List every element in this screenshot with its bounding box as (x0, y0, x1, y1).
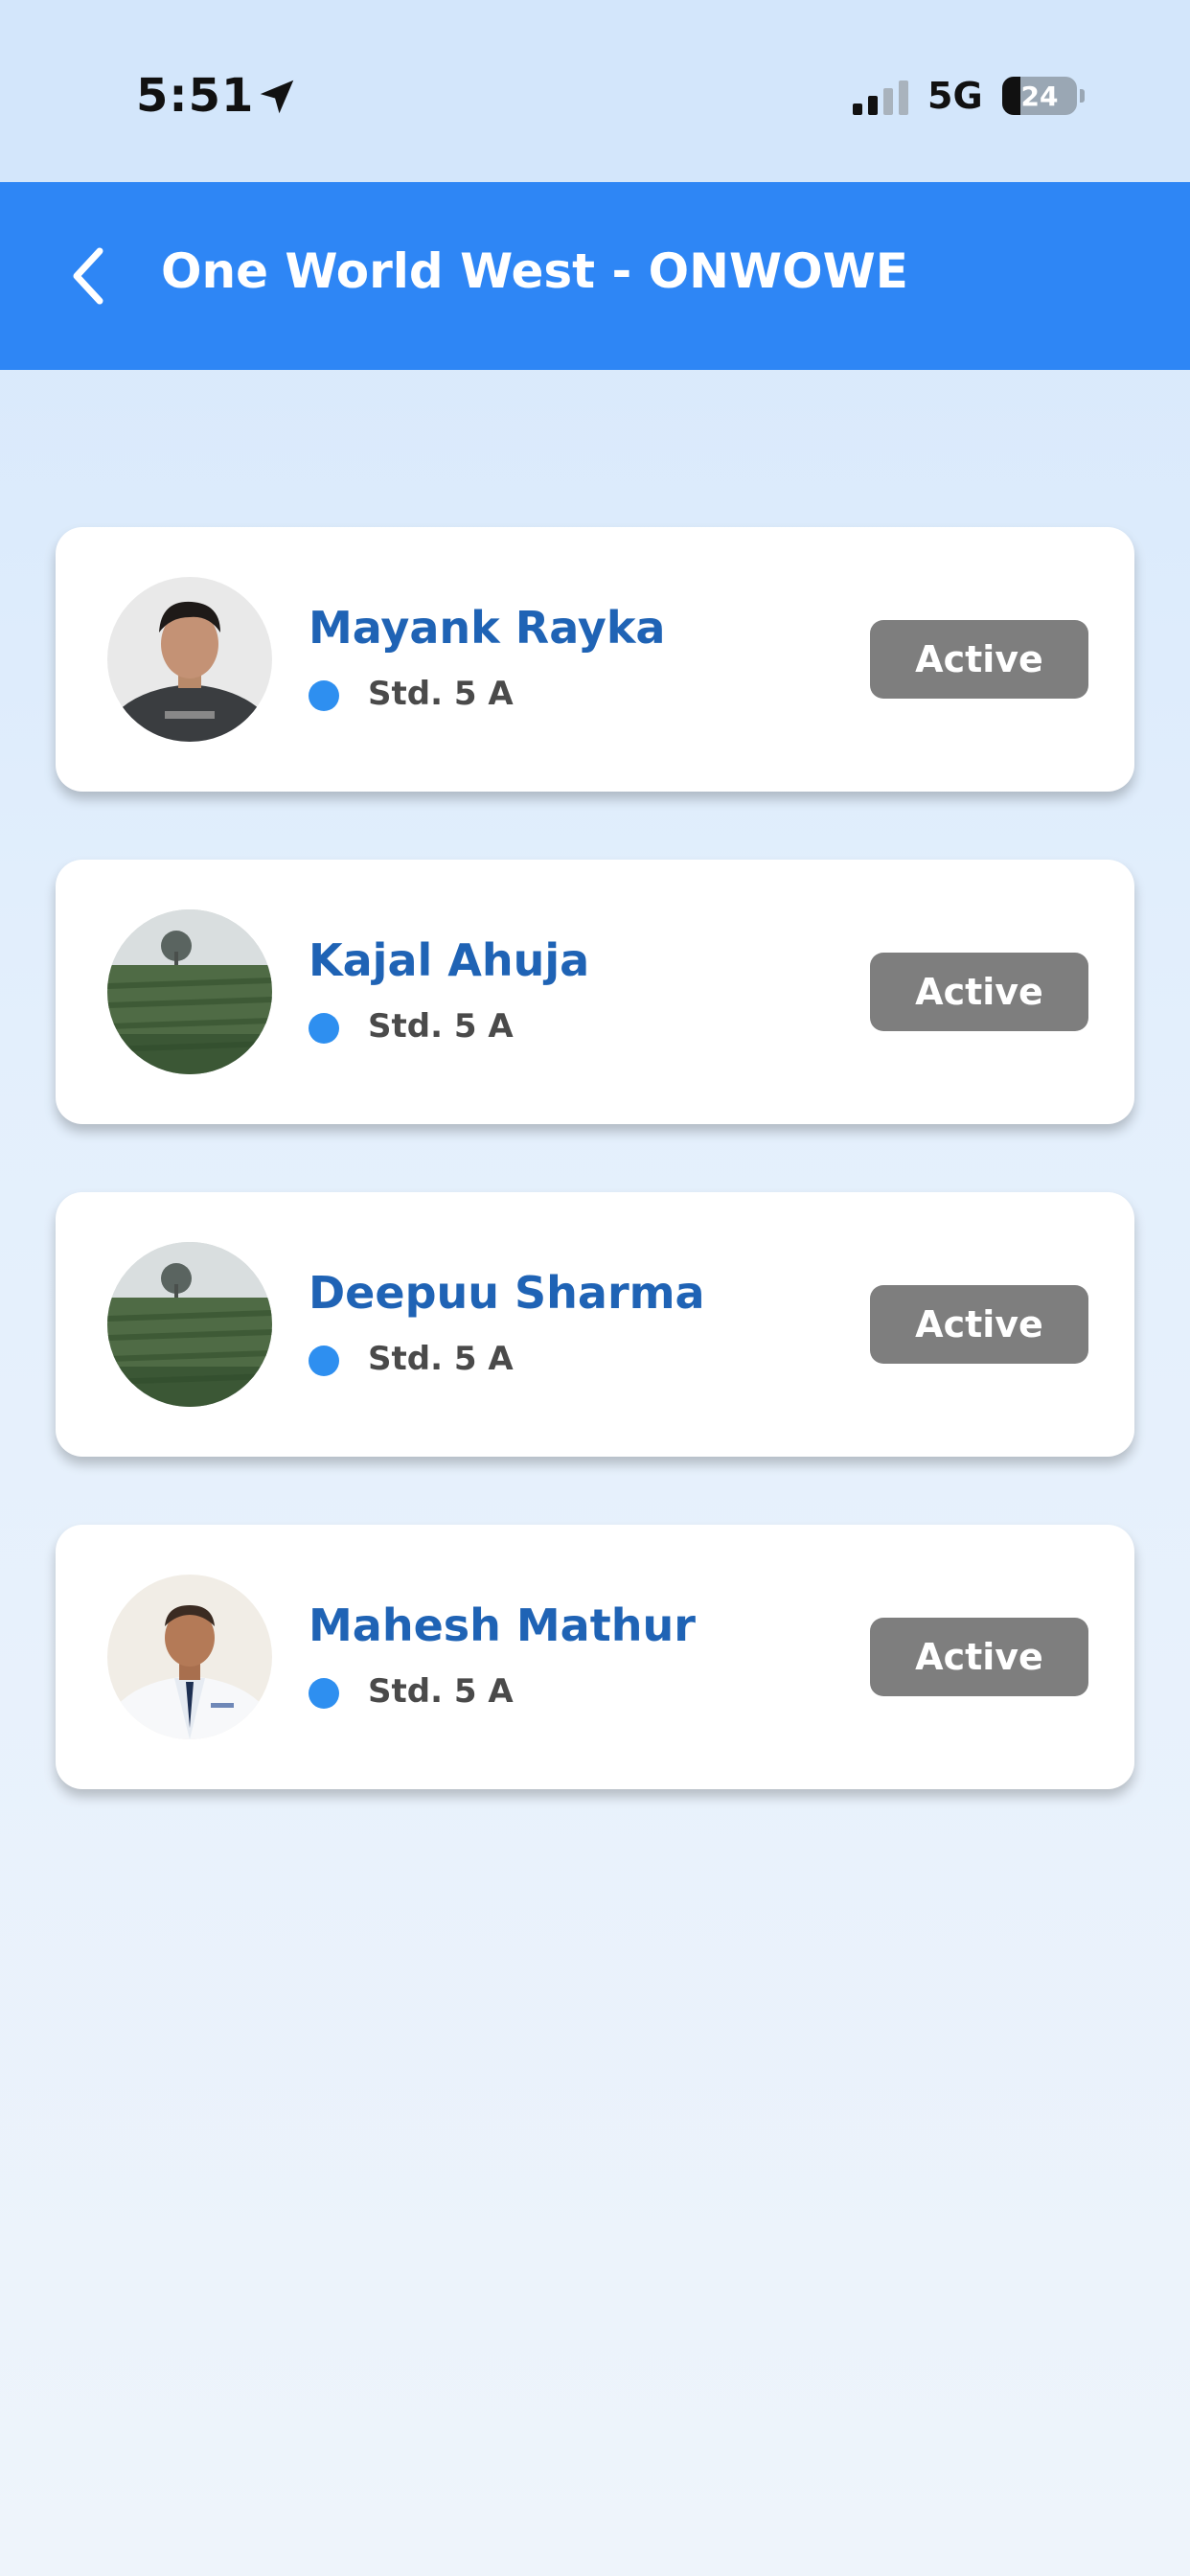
app-header: One World West - ONWOWE (0, 182, 1190, 370)
status-bar: 5:51 5G 24 (0, 0, 1190, 182)
student-card[interactable]: Deepuu Sharma Std. 5 A Active (56, 1192, 1134, 1457)
student-name: Deepuu Sharma (309, 1267, 705, 1319)
avatar (107, 1242, 272, 1407)
network-type: 5G (927, 75, 983, 117)
avatar (107, 577, 272, 742)
class-dot (309, 680, 339, 711)
location-arrow-icon (260, 80, 294, 114)
avatar (107, 909, 272, 1074)
student-name: Mayank Rayka (309, 602, 666, 654)
student-card[interactable]: Mayank Rayka Std. 5 A Active (56, 527, 1134, 792)
class-label: Std. 5 A (368, 1340, 514, 1378)
signal-bars-icon (853, 80, 908, 115)
field-photo-icon (107, 909, 272, 1074)
status-badge: Active (870, 1618, 1088, 1696)
page-title: One World West - ONWOWE (161, 243, 908, 299)
back-button[interactable] (42, 230, 134, 322)
student-list: Mayank Rayka Std. 5 A Active Kajal Ahuja… (56, 527, 1134, 1857)
battery-nub (1080, 89, 1085, 103)
status-badge: Active (870, 620, 1088, 699)
student-card[interactable]: Mahesh Mathur Std. 5 A Active (56, 1525, 1134, 1789)
avatar (107, 1575, 272, 1739)
class-dot (309, 1346, 339, 1376)
chevron-left-icon (73, 247, 103, 305)
student-name: Kajal Ahuja (309, 934, 590, 986)
doctor-photo-icon (107, 1575, 272, 1739)
battery-icon: 24 (1002, 77, 1077, 115)
person-photo-icon (107, 577, 272, 742)
field-photo-icon (107, 1242, 272, 1407)
status-badge: Active (870, 1285, 1088, 1364)
class-dot (309, 1013, 339, 1044)
status-time: 5:51 (136, 69, 255, 123)
student-name: Mahesh Mathur (309, 1599, 696, 1651)
status-badge: Active (870, 953, 1088, 1031)
class-label: Std. 5 A (368, 675, 514, 713)
student-card[interactable]: Kajal Ahuja Std. 5 A Active (56, 860, 1134, 1124)
class-dot (309, 1678, 339, 1709)
battery-level: 24 (1020, 80, 1059, 112)
class-label: Std. 5 A (368, 1007, 514, 1046)
class-label: Std. 5 A (368, 1672, 514, 1711)
